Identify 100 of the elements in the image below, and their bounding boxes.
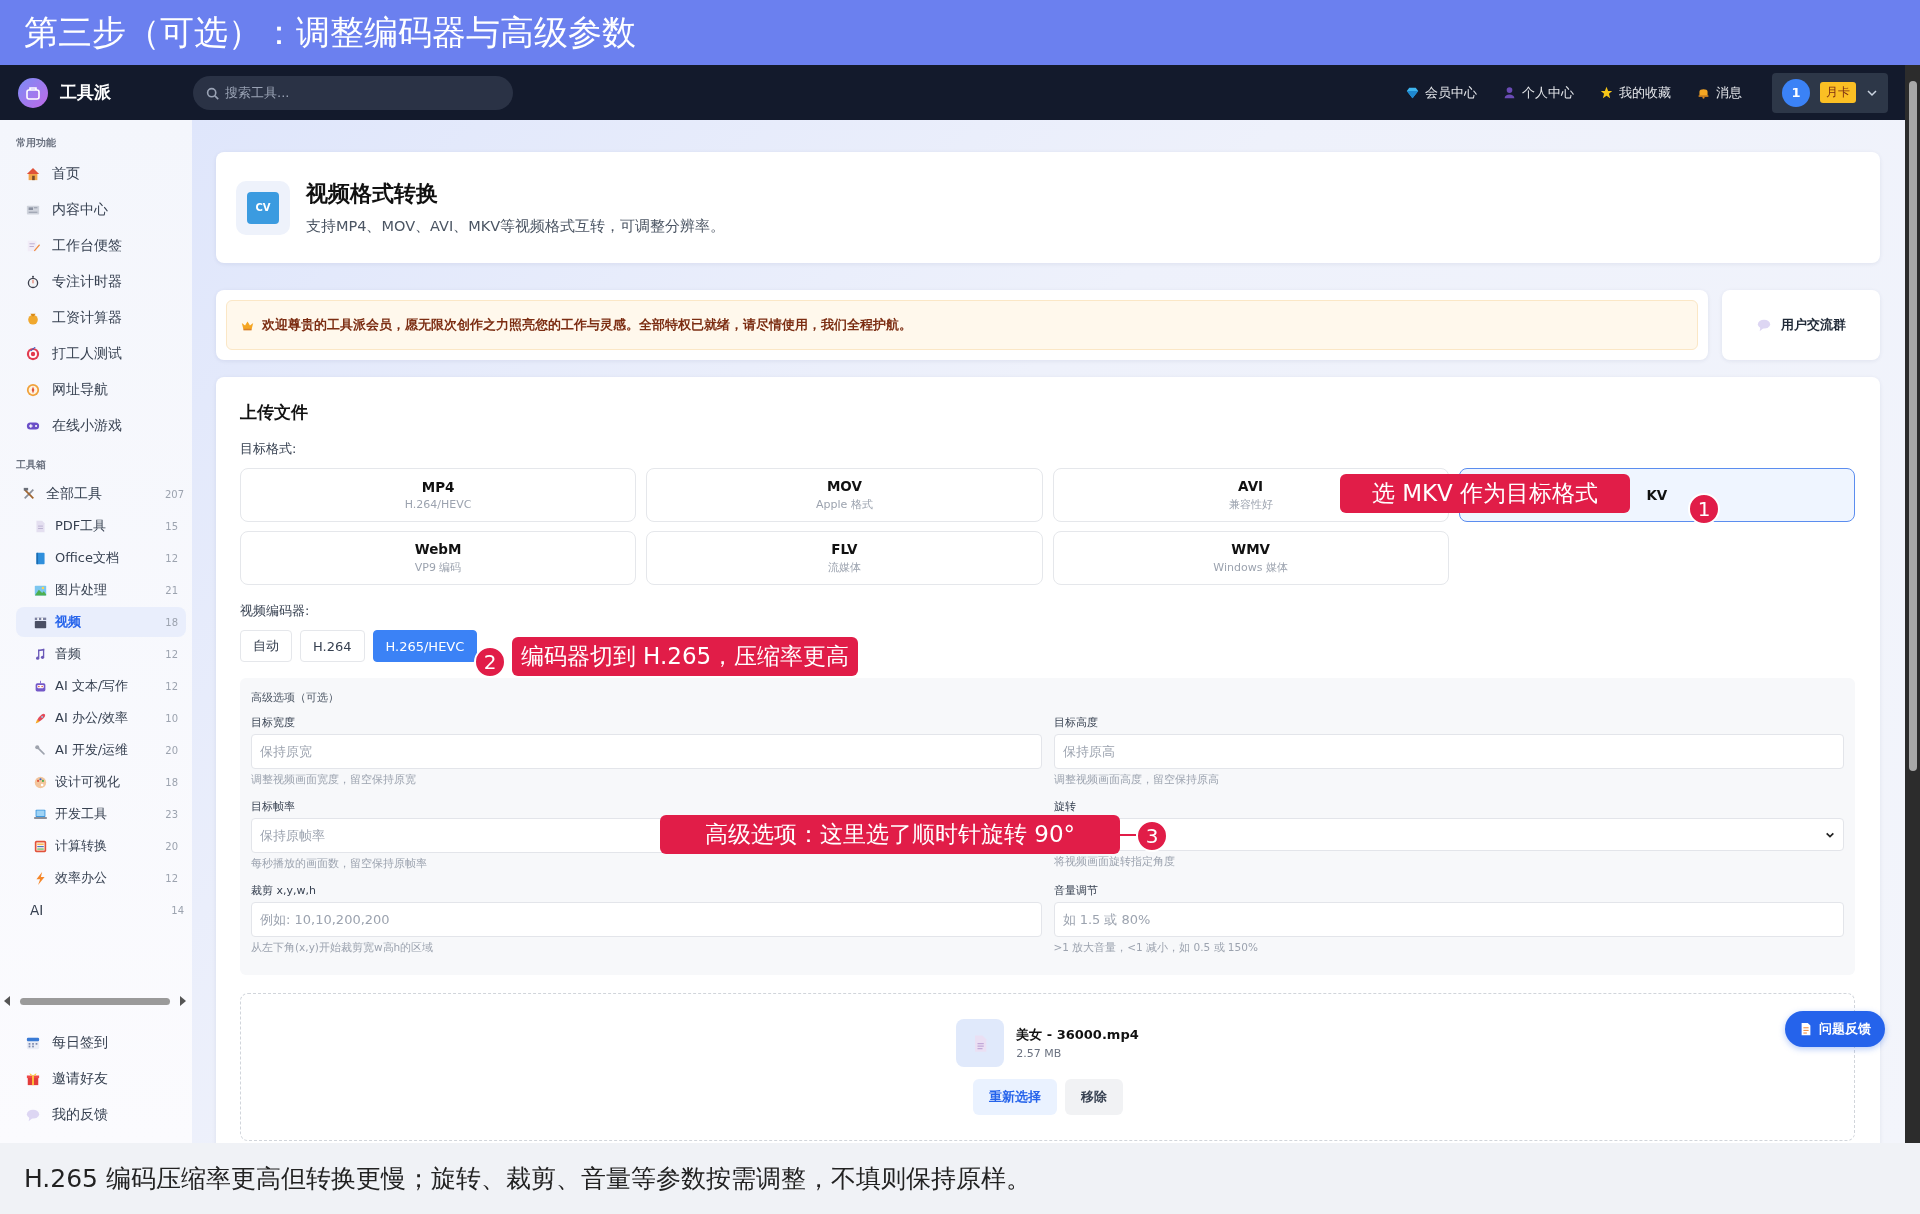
tool-description: 支持MP4、MOV、AVI、MKV等视频格式互转，可调整分辨率。 xyxy=(306,217,726,236)
sidebar-item[interactable]: 全部工具 207 xyxy=(0,478,192,510)
sidebar-item[interactable]: 专注计时器 xyxy=(0,264,192,300)
rocket-icon xyxy=(34,711,47,725)
sidebar-item[interactable]: 我的反馈 xyxy=(0,1097,192,1133)
section-title: 上传文件 xyxy=(240,401,309,424)
callout-tooltip: 选 MKV 作为目标格式 xyxy=(1340,474,1630,513)
help-text: >1 放大音量，<1 减小，如 0.5 或 150% xyxy=(1053,941,1258,955)
section-title: 工具箱 xyxy=(15,458,47,472)
leader-line xyxy=(1120,834,1136,836)
lightning-icon xyxy=(34,871,47,885)
guide-caption: H.265 编码压缩率更高但转换更慢；旋转、裁剪、音量等参数按需调整，不填则保持原样。 xyxy=(24,1163,1031,1195)
sidebar-item[interactable]: 首页 xyxy=(0,156,192,192)
panel-title: 高级选项（可选） xyxy=(251,690,339,705)
sidebar-item[interactable]: Office文档 12 xyxy=(16,543,186,573)
field-label: 音量调节 xyxy=(1053,883,1098,898)
sidebar-item[interactable]: AI 办公/效率 10 xyxy=(16,703,186,733)
sidebar-item[interactable]: PDF工具 15 xyxy=(16,511,186,541)
reselect-button[interactable]: 重新选择 xyxy=(972,1079,1057,1115)
encoder-option[interactable]: H.264 xyxy=(300,630,365,662)
user-menu[interactable]: 1 月卡 xyxy=(1772,72,1888,113)
tool-title: 视频格式转换 xyxy=(306,180,439,208)
sidebar-item[interactable]: 邀请好友 xyxy=(0,1061,192,1097)
section-title: 常用功能 xyxy=(15,136,57,150)
callout-tooltip: 编码器切到 H.265，压缩率更高 xyxy=(512,637,858,676)
tools-icon xyxy=(22,487,36,501)
app-logo[interactable]: 工具派 xyxy=(60,81,111,104)
input-field[interactable]: 例如: 10,10,200,200 xyxy=(251,902,1042,937)
input-field[interactable]: 如 1.5 或 80% xyxy=(1053,902,1844,937)
clapper-icon xyxy=(34,615,47,629)
input-field[interactable]: 保持原宽 xyxy=(251,734,1042,769)
book-icon xyxy=(34,551,47,565)
field-label: 视频编码器: xyxy=(240,602,311,620)
sidebar-item[interactable]: 设计可视化 18 xyxy=(16,767,186,797)
user-group-button[interactable]: 用户交流群 xyxy=(1722,290,1880,360)
format-option[interactable]: MP4 H.264/HEVC xyxy=(240,468,637,522)
field-label: 旋转 xyxy=(1053,799,1076,814)
house-icon xyxy=(26,167,40,181)
nav-link[interactable]: 个人中心 xyxy=(1503,83,1574,102)
palette-icon xyxy=(34,775,47,789)
sidebar-item[interactable]: 在线小游戏 xyxy=(0,408,192,444)
field-label: 目标帧率 xyxy=(251,799,295,814)
nav-link[interactable]: 消息 xyxy=(1697,83,1742,102)
field-label: 裁剪 x,y,w,h xyxy=(251,883,316,898)
field-label: 目标高度 xyxy=(1053,715,1098,730)
field-label: 目标格式: xyxy=(240,440,298,458)
sidebar-item[interactable]: 图片处理 21 xyxy=(16,575,186,605)
sidebar-item[interactable]: 效率办公 12 xyxy=(16,863,186,893)
format-option[interactable]: FLV 流媒体 xyxy=(646,531,1043,585)
feedback-icon xyxy=(1799,1022,1813,1036)
star-icon xyxy=(1600,86,1613,99)
encoder-option[interactable]: 自动 xyxy=(240,630,292,662)
encoder-option[interactable]: H.265/HEVC xyxy=(372,630,478,662)
logo-icon xyxy=(18,77,48,108)
help-text: 从左下角(x,y)开始裁剪宽w高h的区域 xyxy=(251,941,434,955)
person-icon xyxy=(1503,86,1516,99)
format-option[interactable]: WebM VP9 编码 xyxy=(240,531,637,585)
sidebar-item[interactable]: 工资计算器 xyxy=(0,300,192,336)
abacus-icon xyxy=(34,839,47,853)
newspaper-icon xyxy=(26,203,40,217)
callout-tooltip: 高级选项：这里选了顺时针旋转 90° xyxy=(660,815,1120,854)
sidebar-item[interactable]: AI 文本/写作 12 xyxy=(16,671,186,701)
guide-title: 第三步（可选）：调整编码器与高级参数 xyxy=(24,10,636,54)
bubble-icon xyxy=(1756,318,1771,332)
compass-icon xyxy=(26,383,40,397)
sidebar-item[interactable]: AI 开发/运维 20 xyxy=(16,735,186,765)
picture-icon xyxy=(34,583,47,597)
input-field[interactable]: 保持原高 xyxy=(1053,734,1844,769)
stopwatch-icon xyxy=(26,275,40,289)
sidebar-item[interactable]: 视频 18 xyxy=(16,607,186,637)
sidebar-item[interactable]: 网址导航 xyxy=(0,372,192,408)
target-icon xyxy=(26,347,40,361)
vertical-scrollbar[interactable] xyxy=(1905,65,1920,1143)
sidebar-item[interactable]: AI 14 xyxy=(0,894,192,926)
user-avatar: 1 xyxy=(1782,78,1810,107)
nav-link[interactable]: 我的收藏 xyxy=(1600,83,1671,102)
bell-icon xyxy=(1697,86,1710,99)
feedback-button[interactable]: 问题反馈 xyxy=(1785,1011,1885,1047)
format-option[interactable]: MOV Apple 格式 xyxy=(646,468,1043,522)
laptop-icon xyxy=(34,807,47,821)
sidebar-item[interactable]: 开发工具 23 xyxy=(16,799,186,829)
sidebar-item[interactable]: 内容中心 xyxy=(0,192,192,228)
sidebar-item[interactable]: 打工人测试 xyxy=(0,336,192,372)
format-option[interactable]: WMV Windows 媒体 xyxy=(1052,531,1449,585)
search-field[interactable]: 搜索工具... xyxy=(193,75,513,110)
sidebar-item[interactable]: 工作台便签 xyxy=(0,228,192,264)
crown-icon xyxy=(241,318,254,332)
sidebar-item[interactable]: 计算转换 20 xyxy=(16,831,186,861)
sidebar-item[interactable]: 音频 12 xyxy=(16,639,186,669)
document-icon xyxy=(34,519,47,533)
horizontal-scrollbar[interactable] xyxy=(4,995,186,1007)
membership-badge: 月卡 xyxy=(1820,82,1856,103)
tool-icon: CV xyxy=(236,180,290,235)
calendar-icon xyxy=(26,1036,40,1050)
help-text: 调整视频画面宽度，留空保持原宽 xyxy=(251,773,416,787)
remove-button[interactable]: 移除 xyxy=(1064,1079,1123,1115)
help-text: 将视频画面旋转指定角度 xyxy=(1053,855,1175,869)
help-text: 每秒播放的画面数，留空保持原帧率 xyxy=(251,857,427,871)
nav-link[interactable]: 会员中心 xyxy=(1406,83,1477,102)
sidebar-item[interactable]: 每日签到 xyxy=(0,1025,192,1061)
